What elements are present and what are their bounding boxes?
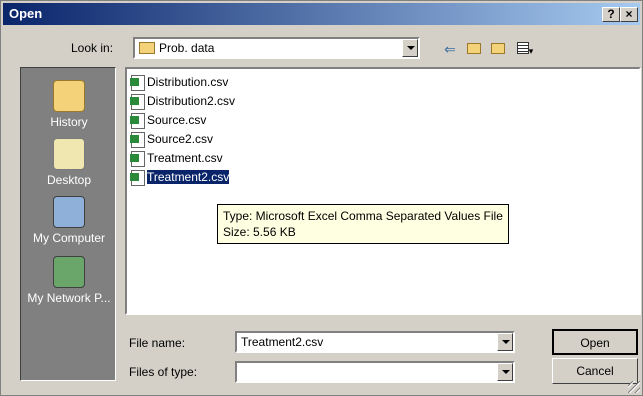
list-item[interactable]: Source.csv: [130, 111, 207, 129]
computer-icon: [53, 196, 85, 228]
places-bar: History Desktop My Computer My Network P…: [20, 67, 116, 381]
file-name: Source2.csv: [147, 132, 214, 146]
back-icon[interactable]: ⇐: [441, 41, 459, 57]
file-name: Distribution.csv: [147, 75, 229, 89]
tooltip-size: Size: 5.56 KB: [223, 225, 296, 239]
file-name-dropdown-button[interactable]: [497, 333, 513, 351]
desktop-icon: [53, 138, 85, 170]
cancel-button[interactable]: Cancel: [552, 358, 638, 384]
title-bar[interactable]: Open ? ×: [3, 3, 640, 25]
open-button[interactable]: Open: [552, 329, 638, 355]
history-icon: [53, 80, 85, 112]
files-of-type-label: Files of type:: [129, 365, 198, 379]
look-in-label: Look in:: [71, 41, 114, 55]
list-item-selected[interactable]: Treatment2.csv: [130, 168, 231, 186]
look-in-value: Prob. data: [159, 41, 215, 55]
list-item[interactable]: Distribution.csv: [130, 73, 229, 91]
file-name: Source.csv: [147, 113, 207, 127]
csv-file-icon: [130, 93, 145, 110]
window-title: Open: [9, 6, 43, 21]
file-name: Treatment2.csv: [145, 169, 231, 185]
csv-file-icon: [130, 169, 145, 186]
csv-file-icon: [130, 150, 145, 167]
new-folder-icon[interactable]: [489, 41, 507, 57]
tooltip-type: Type: Microsoft Excel Comma Separated Va…: [223, 209, 503, 223]
file-name-label: File name:: [129, 336, 186, 350]
files-of-type-combo[interactable]: [235, 361, 515, 383]
place-my-computer-label: My Computer: [32, 231, 106, 245]
resize-grip[interactable]: [628, 381, 640, 393]
csv-file-icon: [130, 74, 145, 91]
place-my-computer[interactable]: My Computer: [21, 196, 117, 245]
help-button[interactable]: ?: [602, 7, 620, 22]
csv-file-icon: [130, 131, 145, 148]
open-dialog: Open ? × Look in: Prob. data ⇐ ▾ History…: [0, 0, 643, 396]
file-name: Distribution2.csv: [147, 94, 236, 108]
place-history-label: History: [50, 115, 88, 129]
place-desktop[interactable]: Desktop: [21, 138, 117, 187]
files-of-type-dropdown-button[interactable]: [497, 363, 513, 381]
place-desktop-label: Desktop: [46, 173, 92, 187]
list-item[interactable]: Source2.csv: [130, 130, 214, 148]
folder-icon: [139, 42, 155, 54]
file-name: Treatment.csv: [147, 151, 223, 165]
csv-file-icon: [130, 112, 145, 129]
list-item[interactable]: Treatment.csv: [130, 149, 223, 167]
look-in-dropdown-button[interactable]: [402, 39, 418, 57]
place-my-network-label: My Network P...: [27, 291, 111, 305]
up-folder-icon[interactable]: [465, 41, 483, 57]
file-info-tooltip: Type: Microsoft Excel Comma Separated Va…: [217, 204, 509, 244]
network-icon: [53, 256, 85, 288]
look-in-combo[interactable]: Prob. data: [133, 37, 420, 59]
file-name-field[interactable]: Treatment2.csv: [235, 331, 515, 353]
file-name-value: Treatment2.csv: [241, 335, 324, 349]
file-list[interactable]: Distribution.csv Distribution2.csv Sourc…: [125, 67, 641, 315]
place-history[interactable]: History: [21, 80, 117, 129]
list-item[interactable]: Distribution2.csv: [130, 92, 236, 110]
view-menu-icon[interactable]: ▾: [513, 41, 537, 57]
place-my-network[interactable]: My Network P...: [21, 256, 117, 305]
close-button[interactable]: ×: [620, 7, 638, 22]
